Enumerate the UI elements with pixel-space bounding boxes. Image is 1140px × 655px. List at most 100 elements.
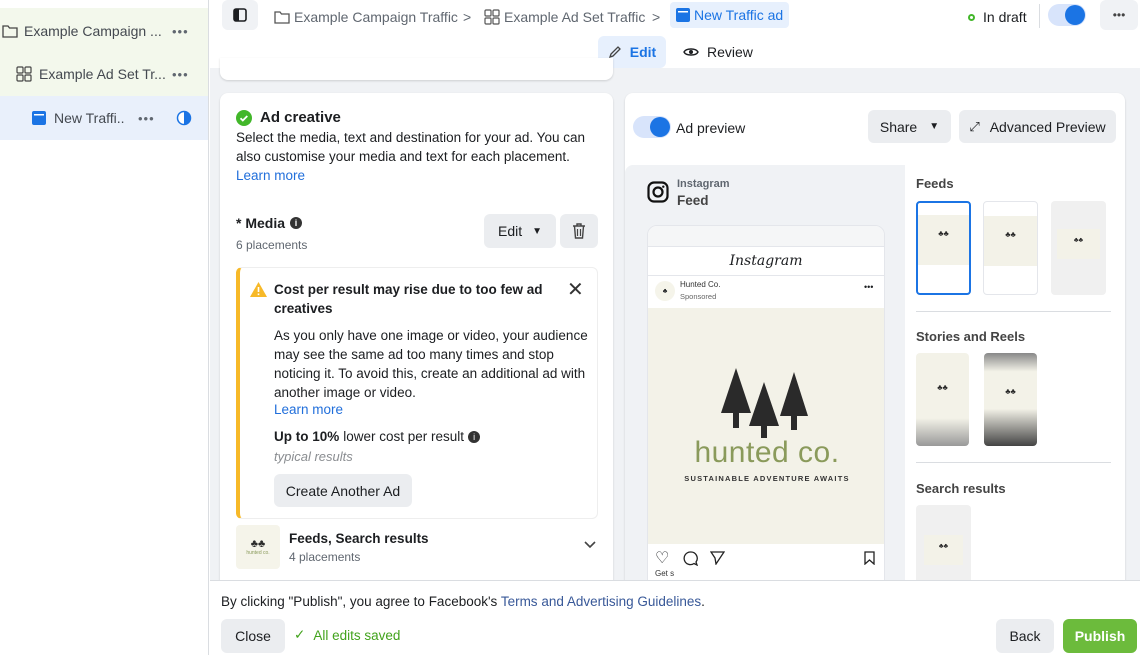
top-bar: Example Campaign Traffic > Example Ad Se… bbox=[210, 0, 1140, 36]
sidebar-panel-icon bbox=[233, 8, 247, 22]
placement-thumbnail-feed-selected[interactable]: ♣♣ bbox=[916, 201, 971, 295]
button-label: Advanced Preview bbox=[990, 119, 1106, 135]
close-button[interactable]: Close bbox=[221, 619, 285, 653]
section-feeds-title: Feeds bbox=[916, 176, 954, 191]
placement-thumbnail-feed[interactable]: ♣♣ bbox=[1051, 201, 1106, 295]
half-circle-status-icon bbox=[176, 110, 192, 126]
more-options-button[interactable]: ••• bbox=[138, 111, 155, 126]
description-text: Select the media, text and destination f… bbox=[236, 130, 585, 164]
tab-label: Review bbox=[707, 44, 753, 60]
terms-link[interactable]: Terms and Advertising Guidelines bbox=[501, 594, 701, 609]
chevron-down-icon[interactable] bbox=[584, 541, 596, 549]
ad-image: hunted co. SUSTAINABLE ADVENTURE AWAITS bbox=[648, 308, 884, 544]
placement-thumbnail-feed[interactable]: ♣♣ bbox=[983, 201, 1038, 295]
placement-group-title: Feeds, Search results bbox=[289, 531, 429, 546]
tree-logo-icon: ♣♣ bbox=[251, 538, 265, 550]
more-actions-button[interactable]: ••• bbox=[1100, 0, 1138, 30]
sidebar-item-adset[interactable]: Example Ad Set Tr... ••• bbox=[0, 61, 208, 87]
checkmark-icon: ✓ bbox=[294, 627, 305, 643]
sidebar-item-ad[interactable]: New Traffi.. ••• bbox=[0, 96, 208, 140]
learn-more-link[interactable]: Learn more bbox=[274, 402, 343, 417]
breadcrumb-adset[interactable]: Example Ad Set Traffic bbox=[484, 6, 645, 28]
placements-list: Feeds ♣♣ ♣♣ ♣♣ Stories and Reels ♣♣ ♣♣ S… bbox=[905, 165, 1125, 580]
ad-preview-label: Ad preview bbox=[676, 120, 745, 136]
post-header: ♣ Hunted Co. Sponsored ••• bbox=[648, 276, 884, 308]
trash-icon bbox=[572, 223, 586, 239]
advanced-preview-button[interactable]: ⤢ Advanced Preview bbox=[959, 110, 1116, 143]
preview-pane: Instagram Feed Instagram ♣ Hunted Co. Sp… bbox=[625, 165, 905, 580]
share-icon[interactable] bbox=[710, 551, 725, 565]
agreement-text: By clicking "Publish", you agree to Face… bbox=[221, 594, 501, 609]
publish-button[interactable]: Publish bbox=[1063, 619, 1137, 653]
ad-icon bbox=[32, 111, 46, 125]
thumbnail-brand: hunted co. bbox=[246, 550, 269, 556]
sidebar-item-label: New Traffi.. bbox=[54, 110, 125, 126]
divider bbox=[916, 311, 1111, 312]
account-avatar: ♣ bbox=[655, 281, 675, 301]
campaign-tree-sidebar: Example Campaign ... ••• Example Ad Set … bbox=[0, 0, 209, 655]
breadcrumb-separator: > bbox=[652, 6, 660, 28]
preview-platform: Instagram bbox=[677, 178, 730, 190]
toggle-sidebar-button[interactable] bbox=[222, 0, 258, 30]
create-another-ad-button[interactable]: Create Another Ad bbox=[274, 474, 412, 507]
placement-thumbnail-reel[interactable]: ♣♣ bbox=[984, 353, 1037, 446]
breadcrumb-campaign[interactable]: Example Campaign Traffic bbox=[274, 6, 458, 28]
account-name: Hunted Co. bbox=[680, 280, 720, 289]
ad-preview-toggle[interactable] bbox=[633, 116, 671, 138]
breadcrumb-label: New Traffic ad bbox=[694, 7, 783, 23]
media-edit-dropdown[interactable]: Edit ▼ bbox=[484, 214, 556, 248]
more-options-button[interactable]: ••• bbox=[172, 24, 189, 39]
breadcrumb-label: Example Ad Set Traffic bbox=[504, 9, 645, 25]
section-search-title: Search results bbox=[916, 481, 1006, 496]
delete-media-button[interactable] bbox=[560, 214, 598, 248]
sidebar-item-campaign[interactable]: Example Campaign ... ••• bbox=[0, 18, 208, 44]
creative-thumbnail: ♣♣ hunted co. bbox=[236, 525, 280, 569]
more-options-button[interactable]: ••• bbox=[172, 67, 189, 82]
section-stories-title: Stories and Reels bbox=[916, 329, 1025, 344]
ad-icon bbox=[676, 8, 690, 22]
save-status: ✓All edits saved bbox=[294, 627, 400, 643]
publish-agreement: By clicking "Publish", you agree to Face… bbox=[221, 594, 705, 609]
media-label: * Media i bbox=[236, 215, 302, 231]
caret-down-icon: ▼ bbox=[532, 226, 542, 237]
post-more-icon[interactable]: ••• bbox=[864, 282, 873, 292]
warning-icon bbox=[250, 282, 267, 297]
sidebar-item-label: Example Campaign ... bbox=[24, 23, 162, 39]
info-icon[interactable]: i bbox=[468, 431, 480, 443]
grid-icon bbox=[484, 9, 500, 25]
agreement-suffix: . bbox=[701, 594, 705, 609]
benefit-rest: lower cost per result bbox=[343, 429, 464, 444]
comment-icon[interactable] bbox=[683, 551, 698, 566]
post-caption: Get s bbox=[655, 569, 674, 578]
media-placements-count: 6 placements bbox=[236, 238, 307, 252]
placement-thumbnail-story[interactable]: ♣♣ bbox=[916, 353, 969, 446]
folder-icon bbox=[274, 10, 290, 24]
brand-tagline: SUSTAINABLE ADVENTURE AWAITS bbox=[648, 474, 885, 483]
preview-placement: Feed bbox=[677, 193, 709, 208]
pine-trees-logo-icon bbox=[716, 368, 816, 438]
benefit-subtext: typical results bbox=[274, 449, 353, 464]
back-button[interactable]: Back bbox=[996, 619, 1054, 653]
instagram-wordmark: Instagram bbox=[648, 246, 884, 276]
bookmark-icon[interactable] bbox=[864, 551, 875, 565]
ad-active-toggle[interactable] bbox=[1048, 4, 1086, 26]
breadcrumb-ad-current[interactable]: New Traffic ad bbox=[670, 2, 789, 28]
instagram-icon bbox=[647, 181, 669, 203]
placement-group-count: 4 placements bbox=[289, 550, 360, 564]
benefit-bold: Up to 10% bbox=[274, 429, 339, 444]
info-icon[interactable]: i bbox=[290, 217, 302, 229]
close-icon[interactable]: ✕ bbox=[567, 277, 584, 302]
post-actions: ♡ Get s bbox=[648, 544, 884, 584]
button-label: Share bbox=[880, 119, 917, 135]
placement-thumbnail-search[interactable]: ♣♣ bbox=[916, 505, 971, 580]
warning-body: As you only have one image or video, you… bbox=[274, 326, 592, 402]
check-circle-icon bbox=[236, 110, 252, 126]
share-dropdown[interactable]: Share▼ bbox=[868, 110, 951, 143]
status-label: In draft bbox=[983, 9, 1027, 25]
learn-more-link[interactable]: Learn more bbox=[236, 168, 305, 183]
placement-group-feeds-search[interactable]: ♣♣ hunted co. Feeds, Search results 4 pl… bbox=[236, 525, 598, 571]
heart-icon[interactable]: ♡ bbox=[655, 548, 669, 568]
expand-icon: ⤢ bbox=[969, 119, 979, 135]
tab-review[interactable]: Review bbox=[683, 36, 753, 68]
section-title: Ad creative bbox=[260, 109, 341, 126]
